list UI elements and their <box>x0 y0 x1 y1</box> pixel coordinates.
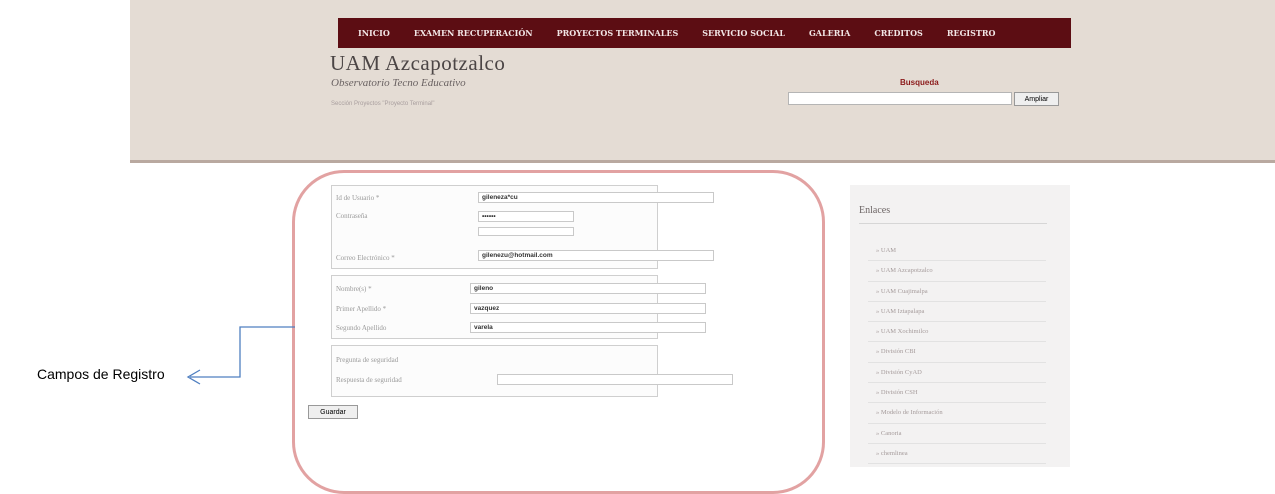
annotation-connector <box>186 326 295 385</box>
annotation-label: Campos de Registro <box>37 366 165 382</box>
